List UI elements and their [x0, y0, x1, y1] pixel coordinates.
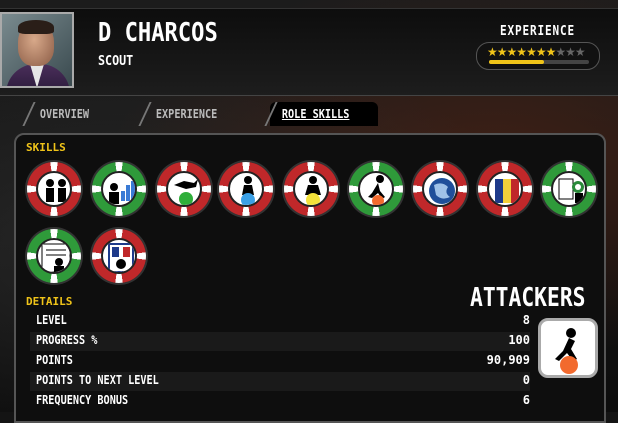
detail-row: POINTS TO NEXT LEVEL 0	[30, 372, 530, 391]
tab-experience[interactable]: EXPERIENCE	[138, 102, 254, 126]
attacker-icon	[538, 318, 598, 378]
globe-icon	[429, 178, 455, 204]
detail-key: FREQUENCY BONUS	[36, 393, 129, 407]
detail-value: 90,909	[486, 353, 530, 367]
goalkeeper-icon	[174, 179, 198, 205]
detail-key: POINTS	[36, 353, 73, 367]
midfielder-icon	[305, 176, 321, 205]
detail-row: PROGRESS % 100	[30, 332, 530, 351]
skill-4[interactable]	[219, 162, 273, 216]
tab-bar: OVERVIEW EXPERIENCE ROLE SKILLS	[0, 102, 618, 128]
detail-row: POINTS 90,909	[30, 352, 530, 371]
detail-value: 100	[508, 333, 530, 347]
skill-1[interactable]	[27, 162, 81, 216]
skill-10[interactable]	[27, 229, 81, 283]
detail-row: FREQUENCY BONUS 6	[30, 392, 530, 411]
experience-stars: ★★★★★★★★★★	[487, 45, 586, 59]
skill-11[interactable]	[92, 229, 146, 283]
star-icon: ★	[535, 45, 547, 59]
detail-key: PROGRESS %	[36, 333, 98, 347]
skill-9[interactable]	[542, 162, 596, 216]
star-icon: ★	[516, 45, 527, 59]
youth-scout-icon	[558, 178, 584, 203]
skill-2[interactable]	[92, 162, 146, 216]
twins-icon	[46, 179, 66, 202]
skill-3[interactable]	[157, 162, 211, 216]
star-icon: ★	[565, 45, 576, 59]
detail-value: 8	[522, 313, 530, 327]
skills-heading: SKILLS	[26, 141, 66, 154]
experience-meter: ★★★★★★★★★★	[476, 42, 600, 70]
star-icon: ★	[545, 45, 557, 59]
focus-title: ATTACKERS	[470, 283, 586, 313]
star-icon: ★	[526, 45, 537, 59]
star-icon: ★	[574, 45, 586, 59]
attacker-icon	[368, 175, 385, 205]
experience-progress-bar	[489, 60, 589, 64]
star-icon: ★	[496, 45, 508, 59]
tab-overview[interactable]: OVERVIEW	[22, 102, 124, 126]
experience-label: EXPERIENCE	[500, 24, 576, 39]
defender-icon	[241, 176, 255, 205]
team-badge-icon	[108, 243, 134, 272]
detail-value: 6	[522, 393, 530, 407]
player-role: SCOUT	[98, 54, 134, 69]
star-icon: ★	[487, 45, 498, 59]
star-icon: ★	[506, 45, 518, 59]
detail-key: LEVEL	[36, 313, 67, 327]
skill-8[interactable]	[478, 162, 532, 216]
stats-chart-icon	[109, 181, 135, 204]
player-avatar	[0, 12, 74, 88]
skill-6[interactable]	[349, 162, 403, 216]
detail-key: POINTS TO NEXT LEVEL	[36, 373, 159, 387]
skill-7[interactable]	[413, 162, 467, 216]
detail-row: LEVEL 8	[30, 312, 530, 331]
national-flag-icon	[495, 179, 519, 203]
details-heading: DETAILS	[26, 295, 73, 308]
contract-icon	[41, 243, 70, 272]
star-icon: ★	[555, 45, 566, 59]
skill-5[interactable]	[284, 162, 338, 216]
player-name: D CHARCOS	[98, 18, 218, 48]
detail-value: 0	[522, 373, 530, 387]
tab-role-skills[interactable]: ROLE SKILLS	[264, 102, 378, 126]
